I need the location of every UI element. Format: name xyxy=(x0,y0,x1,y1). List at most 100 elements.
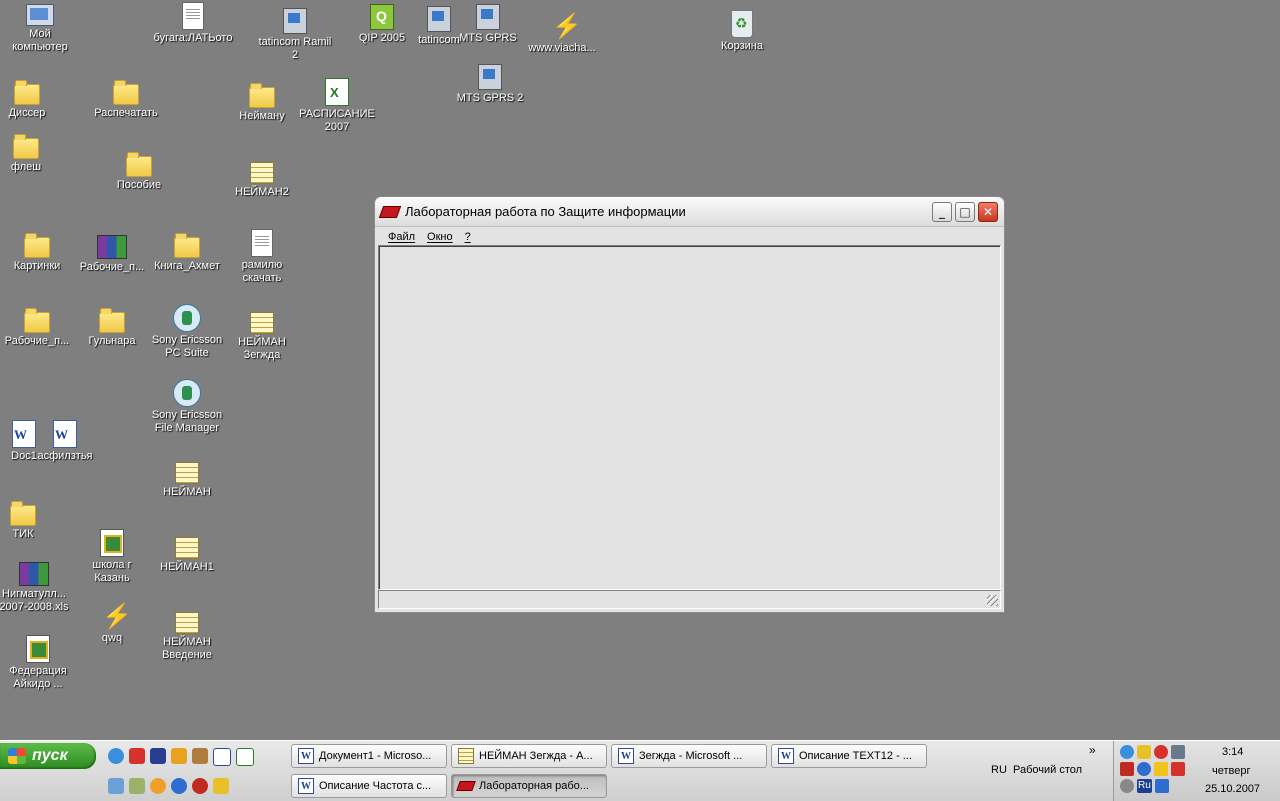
desktop-icon-neyman1[interactable]: НЕЙМАН1 xyxy=(147,529,227,574)
mdi-client-area[interactable] xyxy=(378,245,1001,590)
desktop-icon-neyman[interactable]: НЕЙМАН xyxy=(147,454,227,499)
start-button[interactable]: пуск xyxy=(0,743,96,769)
desktop-icon-neyman-vvedenie[interactable]: НЕЙМАН Введение xyxy=(147,604,227,662)
icon-label: Распечатать xyxy=(94,107,158,119)
close-button[interactable]: ✕ xyxy=(978,201,998,222)
window-titlebar[interactable]: Лабораторная работа по Защите информации… xyxy=(375,197,1004,227)
taskbar-button-opisanie-text12[interactable]: W Описание TEXT12 - ... xyxy=(771,744,927,768)
settings-icon[interactable] xyxy=(1120,779,1134,793)
desktop-icon-kniga[interactable]: Книга_Ахмет xyxy=(147,229,227,273)
clock-time[interactable]: 3:14 xyxy=(1222,746,1243,758)
desktop-icon-mts-gprs-2[interactable]: MTS GPRS 2 xyxy=(450,64,530,105)
desktop-icon-gulnara[interactable]: Гульнара xyxy=(72,304,152,348)
desktop-icon-rabochie-folder[interactable]: Рабочие_п... xyxy=(0,304,77,348)
desktop-icon-posobie[interactable]: Пособие xyxy=(99,148,179,192)
stop-icon[interactable] xyxy=(1154,745,1168,759)
desktop-icon-rabochie-rar[interactable]: Рабочие_п... xyxy=(72,229,152,274)
icon-label: НЕЙМАН Введение xyxy=(162,636,212,661)
opera-icon[interactable] xyxy=(192,778,208,794)
desktop-icon-neymanu[interactable]: Нейману xyxy=(222,79,302,123)
desktop-icon-federaciya[interactable]: Федерация Айкидо ... xyxy=(0,635,78,691)
menu-file[interactable]: Файл xyxy=(388,231,415,243)
desktop-icon-sony-file-manager[interactable]: Sony Ericsson File Manager xyxy=(147,379,227,435)
desktop-icon-mts-gprs[interactable]: MTS GPRS xyxy=(448,4,528,45)
desktop-icon-kartinki[interactable]: Картинки xyxy=(0,229,77,273)
acrobat-icon[interactable] xyxy=(129,748,145,764)
icon-label: Мой компьютер xyxy=(12,28,68,53)
desktop-icon-flesh[interactable]: флеш xyxy=(0,130,66,174)
desktop-icon-raspisanie[interactable]: РАСПИСАНИЕ 2007 xyxy=(297,78,377,134)
quick-launch-row-2 xyxy=(108,778,229,794)
pencil-icon[interactable] xyxy=(1137,745,1151,759)
usb-device-icon[interactable] xyxy=(1154,779,1169,793)
icon-label: Нейману xyxy=(239,110,285,122)
folder-icon xyxy=(113,80,139,105)
update-icon[interactable] xyxy=(1137,762,1151,776)
media-player-icon[interactable] xyxy=(171,778,187,794)
toolbar-chevron[interactable]: » xyxy=(1089,743,1096,757)
desktop-icon-qwq[interactable]: qwq xyxy=(72,602,152,645)
taskbar-button-opisanie-chastota[interactable]: W Описание Частота с... xyxy=(291,774,447,798)
minimize-button[interactable]: _ xyxy=(932,201,952,222)
save-disk-icon[interactable] xyxy=(150,748,166,764)
menu-window[interactable]: Окно xyxy=(427,231,453,243)
image-file-icon xyxy=(26,635,50,663)
computer-icon xyxy=(26,4,54,26)
user-icon[interactable] xyxy=(192,748,208,764)
desktop-icon-recycle-bin[interactable]: Корзина xyxy=(702,10,782,53)
taskbar-button-neyman-zegzhda[interactable]: НЕЙМАН Зегжда - A... xyxy=(451,744,607,768)
desktop-icon-bugaga[interactable]: бугага:ЛАТЬото xyxy=(153,2,233,45)
excel-icon[interactable] xyxy=(236,748,254,766)
app-icon xyxy=(456,781,476,791)
network-globe-icon[interactable] xyxy=(1120,745,1134,759)
desktop-icon-neyman-zegzhda[interactable]: НЕЙМАН Зегжда xyxy=(222,304,302,362)
folder-icon xyxy=(126,152,152,177)
taskbar-button-laboratornaya[interactable]: Лабораторная рабо... xyxy=(451,774,607,798)
antivirus-icon[interactable] xyxy=(1171,762,1185,776)
maximize-button[interactable]: □ xyxy=(955,201,975,222)
excel-file-icon xyxy=(325,78,349,106)
desktop-icon-disser[interactable]: Диссер xyxy=(0,76,67,120)
icon-label: Рабочие_п... xyxy=(79,261,145,273)
word-icon: W xyxy=(778,748,794,764)
internet-explorer-icon[interactable] xyxy=(108,748,124,764)
minimize-icon: _ xyxy=(939,204,945,219)
desktop-icon-neyman2[interactable]: НЕЙМАН2 xyxy=(222,154,302,199)
desktop-icon-nigmatull[interactable]: Нигматулл... 2007-2008.xls xyxy=(0,556,74,614)
status-bar xyxy=(378,590,1001,609)
desktop-icon-my-computer[interactable]: Мой компьютер xyxy=(0,0,80,54)
taskbar-button-document1[interactable]: W Документ1 - Microso... xyxy=(291,744,447,768)
word-document-icon xyxy=(53,420,77,448)
desktop-toolbar[interactable]: Рабочий стол xyxy=(1013,764,1082,776)
language-toolbar[interactable]: RU xyxy=(991,764,1007,776)
icon-label: Книга_Ахмет xyxy=(154,260,220,272)
icon-label: НЕЙМАН2 xyxy=(235,186,289,198)
desktop-icon-tatincom-ramil[interactable]: tatincom Ramil 2 xyxy=(255,8,335,62)
task-label: Описание Частота с... xyxy=(319,780,432,792)
clock-icon[interactable] xyxy=(150,778,166,794)
desktop-icon-tik[interactable]: ТИК xyxy=(0,497,63,541)
network-disconnected-icon[interactable] xyxy=(1171,745,1185,759)
taskbar-button-zegzhda[interactable]: W Зегжда - Microsoft ... xyxy=(611,744,767,768)
resize-grip-icon[interactable] xyxy=(987,595,998,606)
icon-label: Пособие xyxy=(116,179,162,191)
desktop-icon-sony-pc-suite[interactable]: Sony Ericsson PC Suite xyxy=(147,304,227,360)
pencil-icon[interactable] xyxy=(171,748,187,764)
task-label: Описание TEXT12 - ... xyxy=(799,750,912,762)
close-icon: ✕ xyxy=(982,204,994,219)
desktop-icon-raspechatat[interactable]: Распечатать xyxy=(86,76,166,120)
desktop-icon-shkola[interactable]: школа г Казань xyxy=(72,529,152,585)
desktop-icon-asfilzt[interactable]: асфилзтья xyxy=(25,420,105,463)
desktop-icon-viacha[interactable]: www.viacha... xyxy=(522,12,602,55)
menu-help[interactable]: ? xyxy=(465,231,471,243)
word-icon[interactable] xyxy=(213,748,231,766)
winamp-bolt-icon xyxy=(548,12,582,41)
image-icon[interactable] xyxy=(129,778,145,794)
language-indicator[interactable]: Ru xyxy=(1137,779,1152,793)
kaspersky-icon[interactable] xyxy=(1120,762,1134,776)
pen-icon[interactable] xyxy=(108,778,124,794)
warning-icon[interactable] xyxy=(1154,762,1168,776)
triangle-icon[interactable] xyxy=(213,778,229,794)
desktop-icon-ramilyu[interactable]: рамилю скачать xyxy=(222,229,302,285)
app-window: Лабораторная работа по Защите информации… xyxy=(374,196,1005,613)
